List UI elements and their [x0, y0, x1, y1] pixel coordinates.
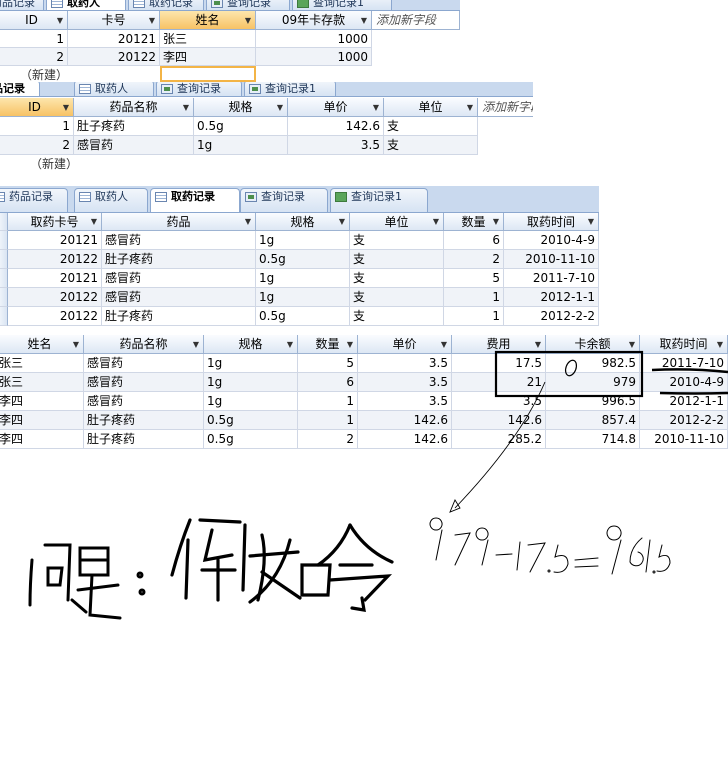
handwritten-annotations — [28, 350, 728, 620]
annotation-arrow — [454, 381, 546, 509]
annotation-box — [494, 350, 644, 398]
handwritten-word — [170, 518, 394, 612]
handwritten-equation — [429, 517, 671, 575]
annotation-underline — [659, 391, 728, 395]
annotation-circle — [564, 359, 578, 377]
annotation-underline — [651, 368, 728, 374]
handwritten-label — [28, 543, 146, 620]
annotation-arrow-head — [449, 499, 461, 513]
